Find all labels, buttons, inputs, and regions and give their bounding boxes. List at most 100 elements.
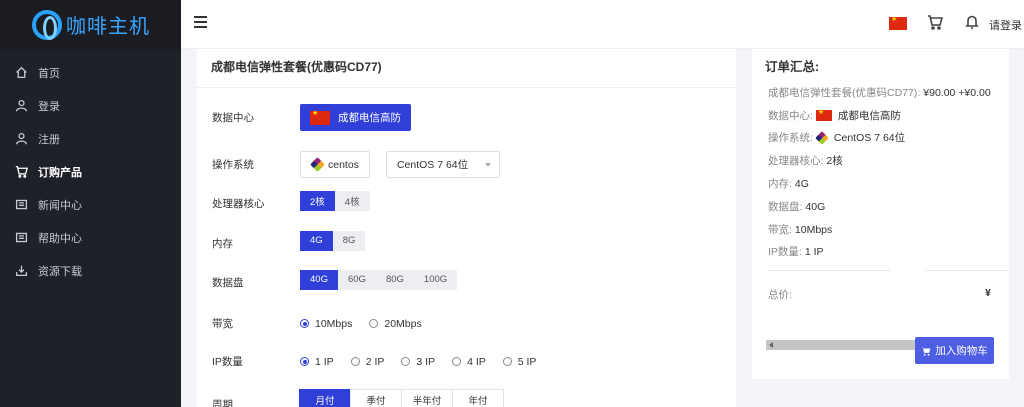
- bandwidth-radio[interactable]: 20Mbps: [369, 318, 422, 330]
- memory-selector: 4G 8G: [300, 230, 366, 251]
- summary-total-label: 总价:: [768, 289, 792, 301]
- divider: [925, 270, 1009, 271]
- summary-total-amount: ¥: [985, 287, 991, 299]
- sidebar-item-label: 新闻中心: [38, 199, 82, 212]
- summary-total-value: ¥: [985, 287, 991, 299]
- sidebar-item-label: 帮助中心: [38, 232, 82, 245]
- disk-option[interactable]: 40G: [300, 269, 338, 290]
- disk-label: 数据盘: [212, 277, 244, 289]
- user-icon: [14, 132, 28, 146]
- ip-radio[interactable]: 2 IP: [350, 356, 384, 368]
- period-selector: 月付 季付 半年付 年付: [299, 389, 504, 407]
- summary-cpu-value: 2核: [826, 155, 843, 167]
- login-link[interactable]: 请登录: [989, 17, 1022, 33]
- memory-option[interactable]: 8G: [332, 230, 366, 251]
- bandwidth-option: 10Mbps: [315, 317, 353, 330]
- summary-os-label: 操作系统:: [768, 132, 813, 144]
- ip-label: IP数量: [212, 356, 243, 368]
- sidebar-item-home[interactable]: 首页: [0, 56, 181, 89]
- memory-label: 内存: [212, 238, 233, 250]
- summary-datacenter-label: 数据中心:: [768, 110, 813, 122]
- datacenter-button[interactable]: 成都电信高防: [300, 104, 411, 131]
- cart-icon: [921, 346, 931, 356]
- memory-option[interactable]: 4G: [300, 230, 333, 251]
- china-flag-icon: [815, 108, 832, 121]
- os-family-button[interactable]: centos: [300, 151, 370, 178]
- cpu-option[interactable]: 4核: [334, 190, 370, 211]
- summary-memory-label: 内存:: [768, 178, 792, 190]
- ip-radio[interactable]: 3 IP: [401, 356, 435, 368]
- ip-radio[interactable]: 5 IP: [502, 356, 536, 368]
- radio-unchecked-icon: [452, 357, 462, 366]
- summary-cpu-label: 处理器核心:: [768, 155, 824, 167]
- summary-bandwidth-value: 10Mbps: [794, 223, 833, 236]
- os-row: 操作系统 centos CentOS 7 64位: [212, 151, 500, 178]
- period-option[interactable]: 月付: [299, 389, 351, 407]
- sidebar-item-label: 登录: [38, 100, 60, 113]
- user-icon: [14, 99, 28, 113]
- cart-icon: [14, 165, 28, 179]
- period-row: 周期 月付 季付 半年付 年付: [212, 387, 504, 407]
- cart-icon[interactable]: [927, 14, 944, 30]
- os-version-value: CentOS 7 64位: [396, 159, 469, 171]
- cpu-row: 处理器核心 2核 4核: [212, 190, 370, 211]
- order-summary-card: 订单汇总: 成都电信弹性套餐(优惠码CD77): ¥90.00 +¥0.00 数…: [752, 49, 1009, 379]
- sidebar-item-label: 订购产品: [38, 166, 82, 179]
- os-family-value: centos: [328, 158, 359, 171]
- ip-option: 1 IP: [315, 355, 334, 368]
- cpu-option[interactable]: 2核: [300, 190, 335, 211]
- sidebar-item-register[interactable]: 注册: [0, 122, 181, 155]
- sidebar-item-news[interactable]: 新闻中心: [0, 188, 181, 221]
- disk-option[interactable]: 60G: [337, 269, 376, 290]
- summary-datacenter-line: 数据中心: 成都电信高防: [768, 108, 901, 123]
- divider: [768, 270, 890, 271]
- sidebar-item-label: 首页: [38, 67, 60, 80]
- summary-product-price: ¥90.00 +¥0.00: [923, 86, 991, 99]
- summary-memory-line: 内存: 4G: [768, 176, 809, 191]
- download-icon: [14, 264, 28, 278]
- ip-radio[interactable]: 1 IP: [300, 356, 334, 368]
- ip-option: 3 IP: [416, 355, 436, 368]
- summary-ip-value: 1 IP: [804, 245, 824, 258]
- os-version-select[interactable]: CentOS 7 64位: [385, 151, 500, 178]
- menu-toggle-icon[interactable]: [194, 16, 207, 28]
- add-to-cart-button[interactable]: 加入购物车: [915, 337, 994, 364]
- sidebar-nav: 首页 登录 注册 订购产品 新闻中心 帮助中心 资源下载: [0, 49, 181, 287]
- disk-selector: 40G 60G 80G 100G: [300, 269, 458, 290]
- summary-ip-line: IP数量: 1 IP: [768, 244, 824, 259]
- period-option[interactable]: 年付: [452, 389, 504, 407]
- cpu-selector: 2核 4核: [300, 190, 370, 211]
- bandwidth-label: 带宽: [212, 318, 233, 330]
- datacenter-value: 成都电信高防: [338, 112, 401, 124]
- product-title: 成都电信弹性套餐(优惠码CD77): [197, 49, 736, 88]
- sidebar-item-label: 注册: [38, 133, 60, 146]
- bandwidth-radio[interactable]: 10Mbps: [300, 318, 352, 330]
- summary-memory-value: 4G: [794, 177, 809, 190]
- summary-disk-label: 数据盘:: [768, 201, 803, 213]
- summary-product-line: 成都电信弹性套餐(优惠码CD77): ¥90.00 +¥0.00: [768, 85, 991, 100]
- sidebar: 咖啡主机 首页 登录 注册 订购产品 新闻中心 帮助中心 资源下载: [0, 0, 181, 407]
- summary-product-label: 成都电信弹性套餐(优惠码CD77):: [768, 87, 921, 99]
- disk-option[interactable]: 100G: [413, 269, 458, 290]
- china-flag-icon[interactable]: [889, 15, 907, 30]
- sidebar-item-login[interactable]: 登录: [0, 89, 181, 122]
- logo[interactable]: 咖啡主机: [0, 0, 181, 49]
- sidebar-item-downloads[interactable]: 资源下载: [0, 254, 181, 287]
- disk-option[interactable]: 80G: [375, 269, 414, 290]
- ip-radio[interactable]: 4 IP: [452, 356, 486, 368]
- period-option[interactable]: 半年付: [401, 389, 453, 407]
- datacenter-row: 数据中心 成都电信高防: [212, 104, 411, 131]
- sidebar-item-label: 资源下载: [38, 265, 82, 278]
- summary-bandwidth-line: 带宽: 10Mbps: [768, 222, 832, 237]
- memory-row: 内存 4G 8G: [212, 230, 366, 251]
- summary-os-value: CentOS 7 64位: [833, 132, 906, 144]
- period-option[interactable]: 季付: [350, 389, 402, 407]
- centos-icon: [310, 157, 325, 172]
- bell-icon[interactable]: [964, 14, 980, 30]
- bandwidth-row: 带宽 10Mbps 20Mbps: [212, 316, 439, 331]
- sidebar-item-order-products[interactable]: 订购产品: [0, 155, 181, 188]
- sidebar-item-help[interactable]: 帮助中心: [0, 221, 181, 254]
- horizontal-scrollbar[interactable]: [766, 340, 918, 350]
- summary-title: 订单汇总:: [765, 60, 820, 74]
- add-to-cart-label: 加入购物车: [935, 345, 988, 357]
